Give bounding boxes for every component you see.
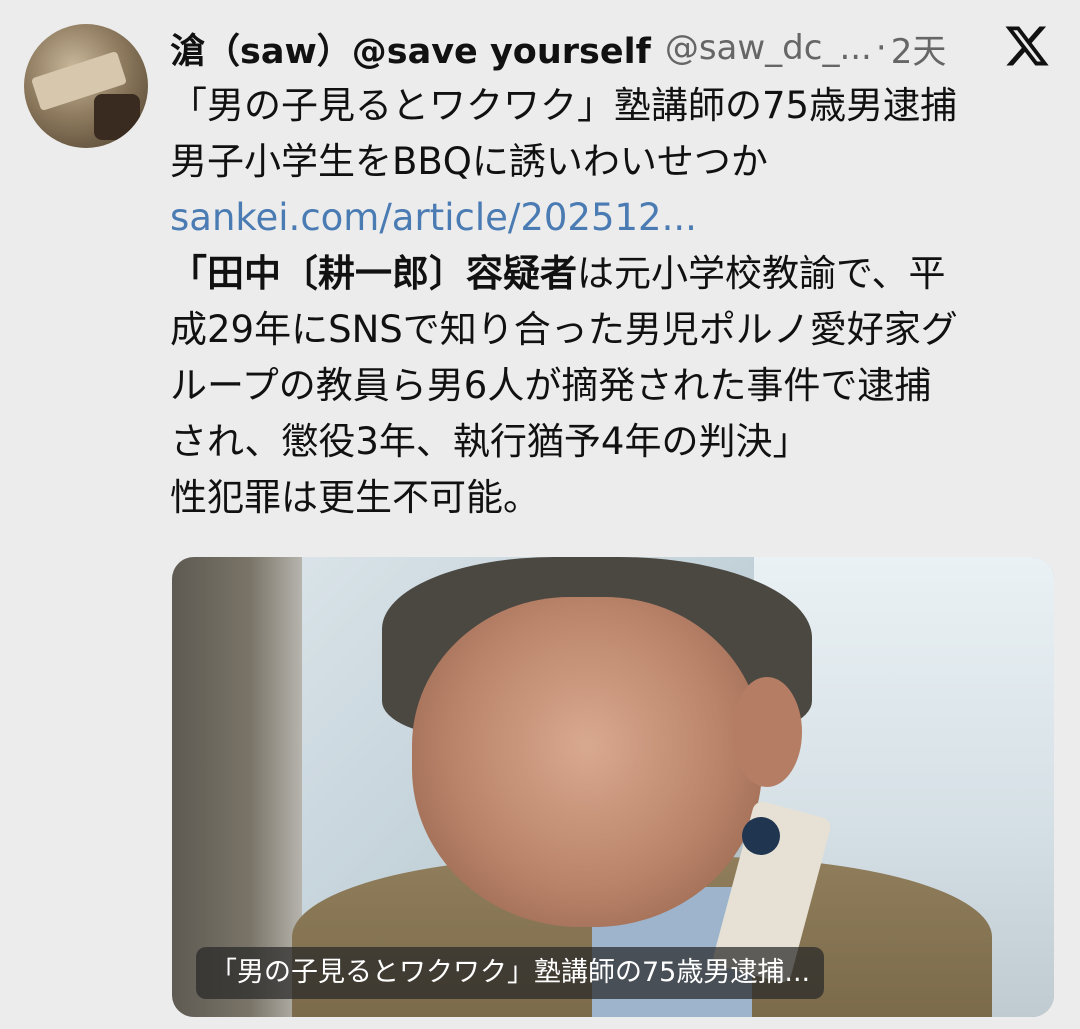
- article-card-image[interactable]: 「男の子見るとワクワク」塾講師の75歳男逮捕...: [172, 557, 1054, 1017]
- quote-line: 「田中〔耕一郎〕容疑者は元小学校教諭で、平: [170, 246, 1060, 302]
- article-card-caption[interactable]: 「男の子見るとワクワク」塾講師の75歳男逮捕...: [196, 947, 825, 999]
- user-handle[interactable]: @saw_dc_...: [665, 28, 872, 68]
- tweet-header: 滄（saw）@save yourself @saw_dc_... · 2天: [170, 20, 1010, 76]
- display-name[interactable]: 滄（saw）@save yourself: [170, 23, 651, 74]
- quote-bold-text: 「田中〔耕一郎〕容疑者: [170, 252, 577, 295]
- tweet-line: 男子小学生をBBQに誘いわいせつか: [170, 140, 768, 183]
- quote-line: ループの教員ら男6人が摘発された事件で逮捕: [170, 364, 932, 407]
- tweet-card[interactable]: 滄（saw）@save yourself @saw_dc_... · 2天 「男…: [0, 0, 1080, 1029]
- tweet-line: 「男の子見るとワクワク」塾講師の75歳男逮捕: [170, 84, 958, 127]
- tweet-text: 「男の子見るとワクワク」塾講師の75歳男逮捕 男子小学生をBBQに誘いわいせつか…: [170, 78, 1060, 526]
- quote-line: され、懲役3年、執行猶予4年の判決」: [170, 420, 810, 463]
- photo-ear: [732, 677, 802, 787]
- quote-line: 成29年にSNSで知り合った男児ポルノ愛好家グ: [170, 308, 958, 351]
- x-logo-icon[interactable]: [1003, 22, 1051, 70]
- photo-face: [412, 597, 762, 927]
- article-link[interactable]: sankei.com/article/202512...: [170, 190, 1060, 246]
- comment-line: 性犯罪は更生不可能。: [170, 476, 540, 519]
- quote-text: は元小学校教諭で、平: [577, 252, 946, 295]
- photo-microphone: [742, 817, 780, 855]
- timestamp[interactable]: 2天: [891, 24, 947, 73]
- avatar[interactable]: [24, 24, 148, 148]
- separator-dot: ·: [875, 28, 887, 68]
- avatar-image-detail: [94, 94, 140, 140]
